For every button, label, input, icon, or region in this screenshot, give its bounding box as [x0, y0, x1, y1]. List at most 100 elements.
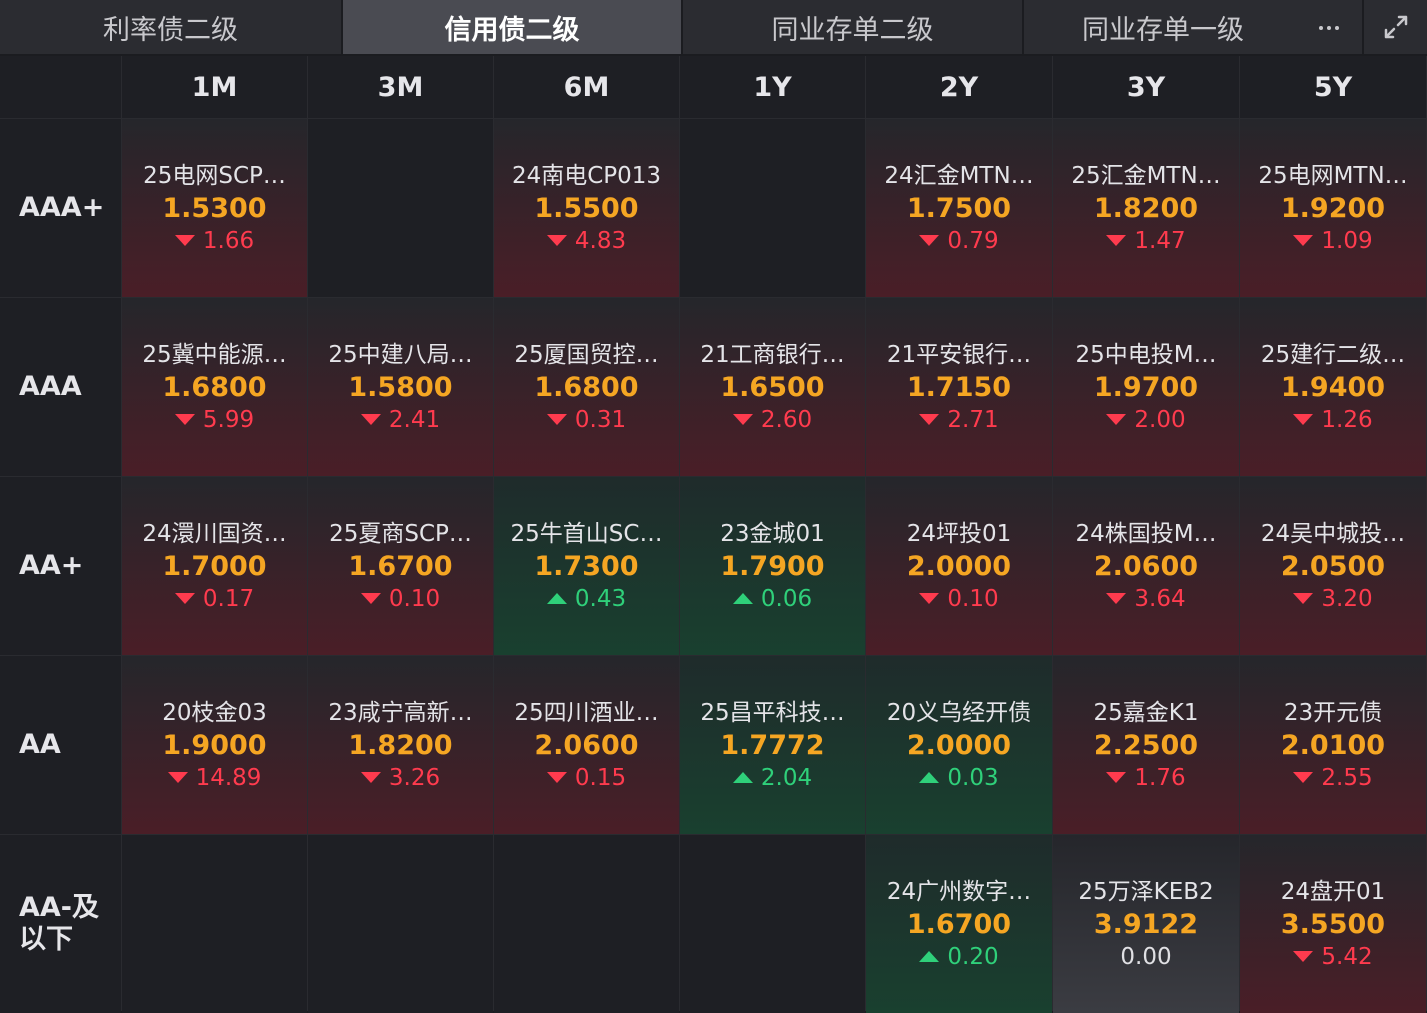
change-text: 3.64	[1134, 585, 1186, 612]
more-horizontal-icon[interactable]	[1312, 14, 1346, 42]
bond-name: 25中建八局…	[328, 341, 473, 368]
down-arrow-icon	[1106, 235, 1127, 246]
bond-name: 24吴中城投…	[1260, 520, 1406, 547]
change-text: 4.83	[574, 227, 627, 254]
empty-cell	[122, 835, 307, 1013]
quote-cell[interactable]: 25厦国贸控… 1.6800 0.31	[494, 298, 679, 476]
change-text: 0.10	[947, 585, 999, 612]
quote-cell[interactable]: 25万泽KEB2 3.9122 0.00	[1053, 835, 1239, 1013]
quote-cell[interactable]: 24汇金MTN… 1.7500 0.79	[866, 119, 1052, 297]
row-label: AA+	[0, 477, 121, 655]
quote-cell[interactable]: 23开元债 2.0100 2.55	[1240, 656, 1426, 834]
bond-name: 25夏商SCP…	[329, 520, 472, 547]
yield-value: 1.7150	[906, 371, 1012, 403]
quote-cell[interactable]: 23金城01 1.7900 0.06	[680, 477, 865, 655]
change-value: 2.41	[360, 405, 440, 435]
up-arrow-icon	[732, 772, 753, 783]
change-text: 1.47	[1134, 227, 1186, 254]
quote-cell[interactable]: 24广州数字… 1.6700 0.20	[866, 835, 1052, 1013]
change-value: 1.76	[1106, 763, 1186, 793]
bond-name: 24广州数字…	[886, 878, 1032, 905]
yield-value: 1.7300	[534, 550, 639, 582]
quote-cell[interactable]: 25电网MTN… 1.9200 1.09	[1240, 119, 1426, 297]
bond-name: 21工商银行…	[700, 341, 845, 368]
down-arrow-icon	[360, 414, 381, 425]
down-arrow-icon	[1293, 772, 1314, 783]
change-value: 0.10	[360, 584, 440, 614]
rating-label: AA	[19, 729, 61, 760]
change-text: 0.17	[202, 585, 255, 612]
change-text: 1.66	[202, 227, 255, 254]
quote-cell[interactable]: 25汇金MTN… 1.8200 1.47	[1053, 119, 1239, 297]
quote-cell[interactable]: 23咸宁高新… 1.8200 3.26	[308, 656, 493, 834]
quote-cell[interactable]: 25嘉金K1 2.2500 1.76	[1053, 656, 1239, 834]
change-value: 0.20	[919, 942, 999, 972]
bond-name: 25冀中能源…	[142, 341, 287, 368]
yield-value: 1.9200	[1280, 192, 1386, 224]
change-value: 0.31	[546, 405, 627, 435]
quote-cell[interactable]: 20义乌经开债 2.0000 0.03	[866, 656, 1052, 834]
quote-cell[interactable]: 25四川酒业… 2.0600 0.15	[494, 656, 679, 834]
quote-cell[interactable]: 25夏商SCP… 1.6700 0.10	[308, 477, 493, 655]
down-arrow-icon	[732, 414, 753, 425]
quote-cell[interactable]: 24南电CP013 1.5500 4.83	[494, 119, 679, 297]
quote-cell[interactable]: 25昌平科技… 1.7772 2.04	[680, 656, 865, 834]
quote-cell[interactable]: 24澴川国资… 1.7000 0.17	[122, 477, 307, 655]
rating-label: AAA	[19, 371, 82, 402]
change-text: 0.31	[574, 406, 627, 433]
yield-value: 2.0000	[906, 729, 1012, 761]
bond-name: 24株国投M…	[1075, 520, 1217, 547]
change-text: 1.76	[1134, 764, 1186, 791]
quote-cell[interactable]: 24吴中城投… 2.0500 3.20	[1240, 477, 1426, 655]
column-header-5y: 5Y	[1240, 56, 1426, 118]
quote-cell[interactable]: 21工商银行… 1.6500 2.60	[680, 298, 865, 476]
quote-cell[interactable]: 24坪投01 2.0000 0.10	[866, 477, 1052, 655]
change-value: 2.04	[732, 763, 812, 793]
change-text: 3.26	[388, 764, 441, 791]
down-arrow-icon	[546, 235, 567, 246]
yield-value: 2.0500	[1280, 550, 1386, 582]
yield-value: 1.6800	[162, 371, 267, 403]
yield-value: 1.6800	[534, 371, 639, 403]
quote-cell[interactable]: 24盘开01 3.5500 5.42	[1240, 835, 1426, 1013]
quote-cell[interactable]: 20枝金03 1.9000 14.89	[122, 656, 307, 834]
expand-icon	[1384, 15, 1407, 39]
bond-name: 25建行二级…	[1260, 341, 1406, 368]
change-text: 0.43	[574, 585, 627, 612]
bond-name: 24坪投01	[906, 520, 1012, 547]
tab-rate-bond-secondary[interactable]: 利率债二级	[0, 0, 341, 54]
quote-cell[interactable]: 25牛首山SC… 1.7300 0.43	[494, 477, 679, 655]
yield-value: 1.7772	[720, 729, 825, 761]
change-value: 1.47	[1106, 226, 1186, 256]
tab-ncd-secondary[interactable]: 同业存单二级	[683, 0, 1022, 54]
empty-cell	[680, 835, 865, 1013]
down-arrow-icon	[546, 414, 567, 425]
quote-cell[interactable]: 21平安银行… 1.7150 2.71	[866, 298, 1052, 476]
quote-cell[interactable]: 25中建八局… 1.5800 2.41	[308, 298, 493, 476]
column-header-1m: 1M	[122, 56, 307, 118]
bond-name: 25昌平科技…	[700, 699, 845, 726]
expand-button[interactable]	[1364, 0, 1427, 54]
bond-name: 25汇金MTN…	[1071, 162, 1221, 189]
change-text: 2.00	[1134, 406, 1186, 433]
down-arrow-icon	[167, 772, 188, 783]
yield-value: 3.5500	[1280, 908, 1386, 940]
down-arrow-icon	[1106, 414, 1127, 425]
change-value: 0.10	[919, 584, 999, 614]
bond-name: 25四川酒业…	[514, 699, 659, 726]
down-arrow-icon	[1293, 235, 1314, 246]
yield-value: 1.5800	[348, 371, 453, 403]
tab-credit-bond-secondary[interactable]: 信用债二级	[343, 0, 681, 54]
change-text: 2.55	[1321, 764, 1373, 791]
change-value: 1.26	[1293, 405, 1373, 435]
quote-cell[interactable]: 25冀中能源… 1.6800 5.99	[122, 298, 307, 476]
up-arrow-icon	[732, 593, 753, 604]
yield-value: 2.0100	[1280, 729, 1386, 761]
quote-cell[interactable]: 25中电投M… 1.9700 2.00	[1053, 298, 1239, 476]
rating-label: AAA+	[19, 192, 105, 223]
quote-cell[interactable]: 25建行二级… 1.9400 1.26	[1240, 298, 1426, 476]
quote-cell[interactable]: 24株国投M… 2.0600 3.64	[1053, 477, 1239, 655]
down-arrow-icon	[546, 772, 567, 783]
change-text: 1.26	[1321, 406, 1373, 433]
quote-cell[interactable]: 25电网SCP… 1.5300 1.66	[122, 119, 307, 297]
